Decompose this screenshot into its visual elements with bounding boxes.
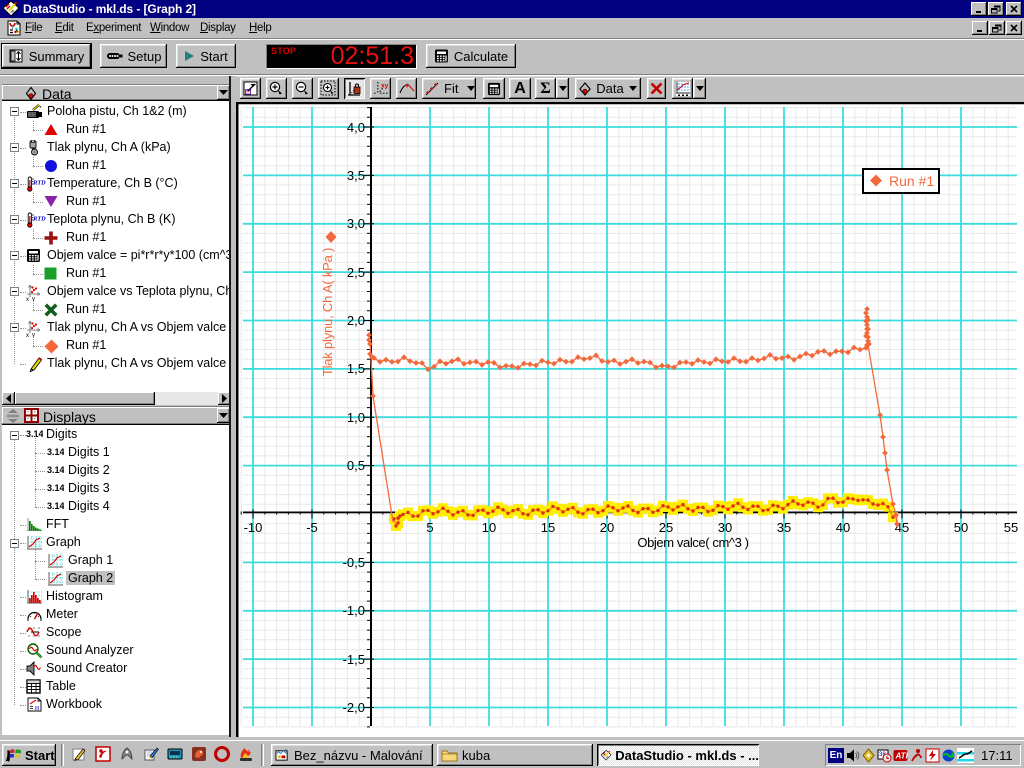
svg-text:5: 5 bbox=[426, 520, 433, 535]
svg-text:40: 40 bbox=[836, 520, 850, 535]
svg-text:55: 55 bbox=[1004, 520, 1018, 535]
svg-text:3.14: 3.14 bbox=[47, 483, 64, 493]
svg-text:1,5: 1,5 bbox=[347, 361, 365, 376]
svg-text:2,5: 2,5 bbox=[347, 265, 365, 280]
svg-text:-10: -10 bbox=[244, 520, 263, 535]
svg-text:20: 20 bbox=[600, 520, 614, 535]
svg-text:RTD: RTD bbox=[32, 216, 46, 223]
svg-text:ATI: ATI bbox=[895, 751, 909, 760]
svg-text:4,0: 4,0 bbox=[347, 120, 365, 135]
svg-text:Objem valce( cm^3 ): Objem valce( cm^3 ) bbox=[637, 535, 748, 550]
svg-text:3.14: 3.14 bbox=[47, 465, 64, 475]
svg-text:xy: xy bbox=[381, 82, 389, 89]
svg-text:3,0: 3,0 bbox=[347, 216, 365, 231]
svg-text:x: x bbox=[26, 333, 29, 337]
svg-text:RTD: RTD bbox=[32, 180, 46, 187]
svg-text:2,0: 2,0 bbox=[347, 313, 365, 328]
svg-text:25: 25 bbox=[659, 520, 673, 535]
svg-text:3.14: 3.14 bbox=[47, 501, 64, 511]
svg-text:3,5: 3,5 bbox=[347, 168, 365, 183]
svg-text:3.14: 3.14 bbox=[47, 447, 64, 457]
svg-text:-1,0: -1,0 bbox=[343, 603, 365, 618]
svg-text:1,0: 1,0 bbox=[347, 410, 365, 425]
svg-text:0,5: 0,5 bbox=[347, 458, 365, 473]
svg-text:-1,5: -1,5 bbox=[343, 652, 365, 667]
svg-text:-2,0: -2,0 bbox=[343, 700, 365, 715]
svg-text:-0,5: -0,5 bbox=[343, 555, 365, 570]
svg-text:x: x bbox=[26, 297, 29, 301]
svg-text:-5: -5 bbox=[306, 520, 318, 535]
svg-text:15: 15 bbox=[541, 520, 555, 535]
svg-text:Tlak plynu, Ch A( kPa ): Tlak plynu, Ch A( kPa ) bbox=[320, 248, 335, 376]
svg-text:50: 50 bbox=[954, 520, 968, 535]
svg-text:30: 30 bbox=[718, 520, 732, 535]
svg-text:Run #1: Run #1 bbox=[889, 173, 934, 189]
svg-text:10: 10 bbox=[482, 520, 496, 535]
svg-text:35: 35 bbox=[777, 520, 791, 535]
